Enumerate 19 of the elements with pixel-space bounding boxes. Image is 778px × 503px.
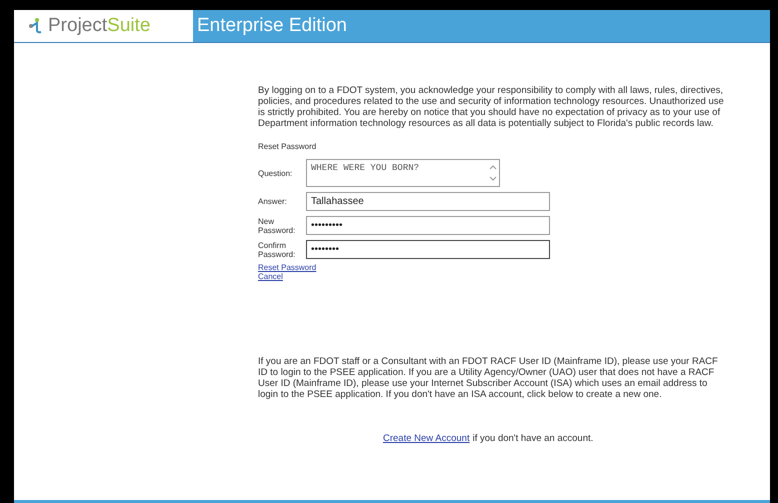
edition-title: Enterprise Edition (197, 14, 347, 38)
create-account-link[interactable]: Create New Account (383, 432, 470, 446)
form-title: Reset Password (258, 141, 318, 153)
field-label: New Password: (258, 216, 296, 234)
scroll-arrows-icon (489, 163, 497, 183)
info-text: If you are an FDOT staff or a Consultant with an FDOT RACF User ID (Mainframe ID), please use your RACF ID to login to the PSEE application. If you are a Utility Agency/Owner (UAO) user that does not have a RACF User ID (Mainframe ID), please use your Internet Subscriber Account (ISA) which uses an email address to login to the PSEE application. If you don't have an ISA account, click below to create a new one. (258, 356, 719, 400)
field-label: Question: (258, 168, 294, 178)
notice-text: By logging on to a FDOT system, you acknowledge your responsibility to comply with all laws, rules, directives, policies, and procedures related to the use and security of information technology resources. Unauthorized use is strictly prohibited. You are hereby on notice that you should have no expectation of privacy as to your use of Department information technology resources as all data is potentially subject to Florida's public records law. (258, 85, 725, 129)
logo-icon (28, 17, 44, 35)
brand-title: ProjectSuite (48, 14, 150, 38)
field-label: Answer: (258, 197, 288, 206)
form-link[interactable]: Reset Password (258, 263, 316, 272)
input-field[interactable]: ••••••••• (306, 216, 550, 235)
create-account-text: if you don't have an account. (472, 432, 594, 446)
input-field[interactable]: •••••••• (306, 240, 550, 259)
form-link[interactable]: Cancel (258, 272, 283, 281)
input-field[interactable]: Tallahassee (306, 192, 550, 211)
field-label: Confirm Password: (258, 240, 296, 258)
question-field[interactable]: WHERE WERE YOU BORN? (306, 159, 500, 187)
